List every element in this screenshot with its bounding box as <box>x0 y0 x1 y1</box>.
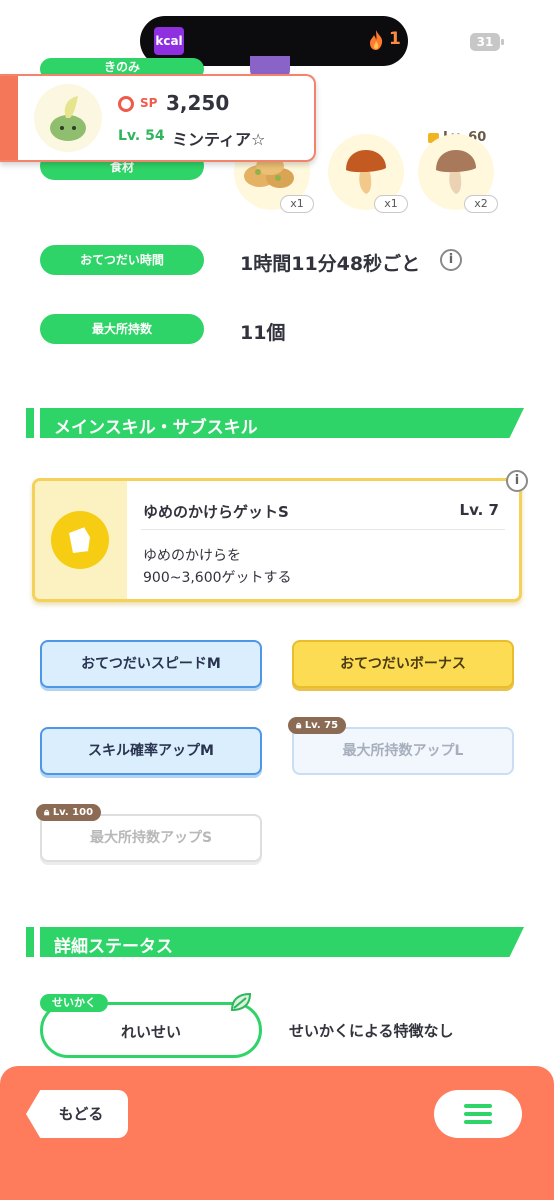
lock-level: Lv. 100 <box>52 807 94 818</box>
help-time-info-icon[interactable]: i <box>440 249 462 271</box>
sub-skill-4-locked[interactable]: 最大所持数アップL <box>292 727 514 775</box>
sub-skill-3[interactable]: スキル確率アップM <box>40 727 262 775</box>
section-bar <box>26 408 34 438</box>
back-button[interactable]: もどる <box>26 1090 128 1138</box>
section-bar <box>26 927 34 957</box>
main-skill-card[interactable]: ゆめのかけらゲットS Lv. 7 ゆめのかけらを 900~3,600ゲットする <box>32 478 522 602</box>
pokemon-sprite <box>50 96 86 141</box>
sub-skill-4-lock-tag: 🔒︎ Lv. 75 <box>288 717 347 734</box>
pokemon-name: ミンティア☆ <box>172 130 266 149</box>
ingredient-count: x1 <box>280 195 314 213</box>
lock-icon: 🔒︎ <box>296 720 302 731</box>
menu-button[interactable] <box>434 1090 522 1138</box>
help-time-value: 1時間11分48秒ごと <box>240 253 421 275</box>
fire-icon <box>370 30 383 50</box>
help-time-label: おてつだい時間 <box>40 245 204 275</box>
ingredient-count: x1 <box>374 195 408 213</box>
main-skill-level: Lv. 7 <box>459 501 499 519</box>
streak-count: 1 <box>389 29 401 49</box>
skill-icon-panel <box>35 481 127 599</box>
pokemon-card[interactable]: SP 3,250 Lv. 54 ミンティア☆ <box>0 74 316 162</box>
section-title: 詳細ステータス <box>54 937 173 957</box>
sub-skill-5-lock-tag: 🔒︎ Lv. 100 <box>36 804 102 821</box>
max-carry-label: 最大所持数 <box>40 314 204 344</box>
nature-value: れいせい <box>120 1023 181 1041</box>
leaf-icon <box>230 992 252 1012</box>
dream-shard-icon <box>51 511 109 569</box>
sub-skill-1[interactable]: おてつだいスピードM <box>40 640 262 688</box>
pokemon-level: Lv. 54 <box>118 128 165 144</box>
main-skill-desc-line2: 900~3,600ゲットする <box>143 570 292 586</box>
sp-value: 3,250 <box>166 91 230 115</box>
nature-description: せいかくによる特徴なし <box>289 1022 454 1040</box>
skills-section-header: メインスキル・サブスキル <box>26 408 524 438</box>
sp-label: SP <box>140 96 158 110</box>
lock-icon: 🔒︎ <box>44 807 50 818</box>
main-skill-desc-line1: ゆめのかけらを <box>143 548 241 564</box>
ingredient-slot-2[interactable]: x1 <box>328 134 408 213</box>
kcal-badge: kcal <box>154 27 184 55</box>
sp-icon <box>118 96 134 112</box>
max-carry-value: 11個 <box>240 322 286 344</box>
sub-skill-2[interactable]: おてつだいボーナス <box>292 640 514 688</box>
details-section-header: 詳細ステータス <box>26 927 524 957</box>
card-accent <box>0 76 18 160</box>
lock-level: Lv. 75 <box>304 720 339 731</box>
main-skill-info-icon[interactable]: i <box>506 470 528 492</box>
ingredient-count: x2 <box>464 195 498 213</box>
pokemon-avatar <box>34 84 102 152</box>
battery-indicator: 31 <box>470 33 504 51</box>
sub-skill-5-locked[interactable]: 最大所持数アップS <box>40 814 262 862</box>
nature-tag: せいかく <box>40 994 108 1012</box>
main-skill-name: ゆめのかけらゲットS <box>143 503 289 521</box>
ingredient-slot-3[interactable]: x2 <box>418 134 498 213</box>
divider <box>141 529 505 530</box>
section-title: メインスキル・サブスキル <box>54 418 258 438</box>
